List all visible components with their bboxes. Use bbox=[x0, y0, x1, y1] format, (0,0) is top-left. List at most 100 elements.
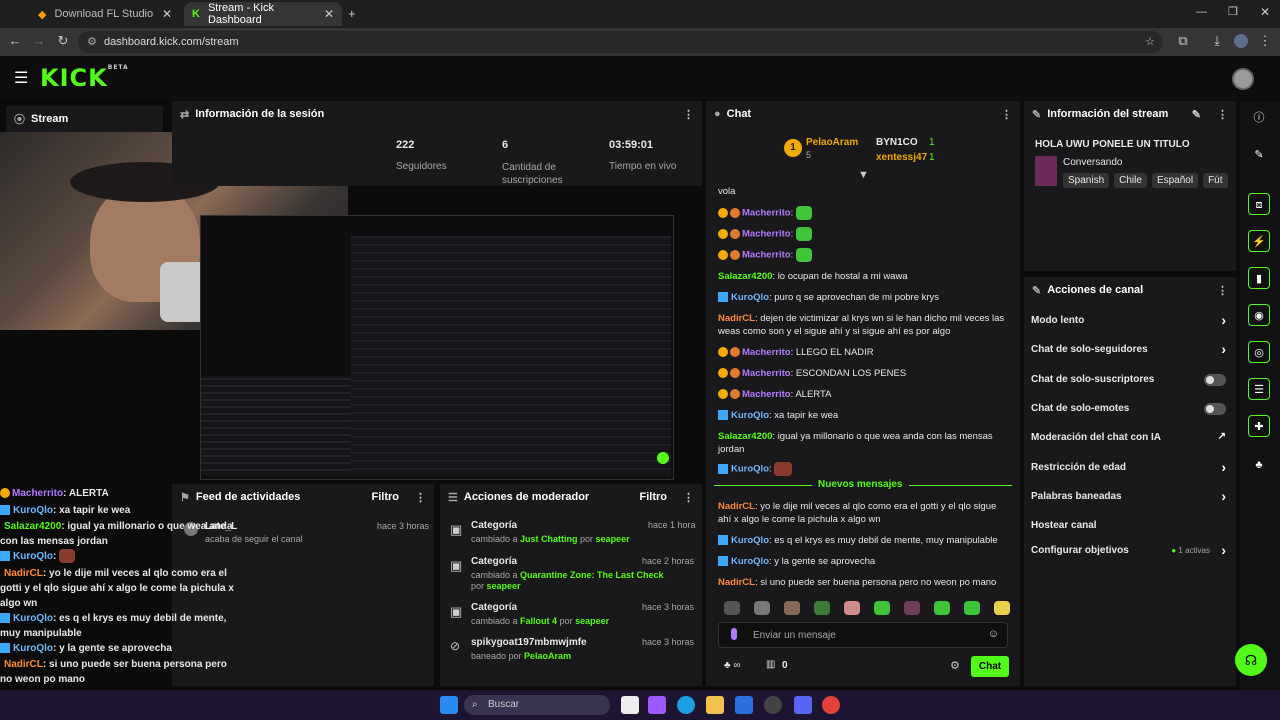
menu-kebab-icon[interactable]: ⋮ bbox=[1256, 33, 1274, 49]
followers-label: Seguidores bbox=[396, 161, 447, 172]
emote-icon[interactable] bbox=[964, 601, 980, 615]
moderator-menu-icon[interactable]: ⋮ bbox=[683, 491, 694, 504]
top-gifter-name[interactable]: PelaoAram bbox=[806, 137, 858, 148]
overlay-msg: KuroQlo: es q el krys es muy debil de me… bbox=[0, 612, 227, 639]
chat-message: Macherrito: ALERTA bbox=[714, 388, 1014, 401]
windows-start-icon[interactable] bbox=[440, 696, 458, 714]
list-icon[interactable]: ☰ bbox=[1248, 378, 1270, 400]
emotes-only-toggle[interactable] bbox=[1204, 403, 1226, 415]
badge-icon bbox=[0, 488, 10, 499]
mod-item-by[interactable]: seapeer bbox=[575, 616, 609, 626]
chevron-right-icon: › bbox=[1221, 459, 1226, 475]
mod-item-by[interactable]: seapeer bbox=[596, 534, 630, 544]
store-icon[interactable] bbox=[735, 696, 753, 714]
minimize-button[interactable]: — bbox=[1196, 6, 1207, 18]
emoji-icon[interactable]: ☺ bbox=[988, 628, 999, 640]
task-view-icon[interactable] bbox=[621, 696, 639, 714]
back-icon[interactable]: ← bbox=[6, 33, 24, 48]
close-icon[interactable]: ✕ bbox=[324, 7, 334, 21]
mod-item-by[interactable]: PelaoAram bbox=[524, 651, 571, 661]
emote-icon[interactable] bbox=[814, 601, 830, 615]
forward-icon[interactable]: → bbox=[30, 33, 48, 48]
info-icon[interactable]: ⓘ bbox=[1248, 107, 1270, 129]
action-slow-mode[interactable]: Modo lento › bbox=[1024, 312, 1236, 339]
chat-bubble-icon[interactable]: ◉ bbox=[1248, 304, 1270, 326]
window-close-button[interactable]: ✕ bbox=[1260, 5, 1270, 19]
emote-icon[interactable] bbox=[754, 601, 770, 615]
card-icon[interactable]: ▮ bbox=[1248, 267, 1270, 289]
emote-icon[interactable] bbox=[904, 601, 920, 615]
tab-download-fl-studio[interactable]: ◆ Download FL Studio ✕ bbox=[30, 2, 180, 26]
emote-icon[interactable] bbox=[784, 601, 800, 615]
url-input[interactable]: ⚙ dashboard.kick.com/stream ☆ bbox=[78, 31, 1163, 53]
activity-menu-icon[interactable]: ⋮ bbox=[415, 491, 426, 504]
action-banned-words[interactable]: Palabras baneadas › bbox=[1024, 488, 1236, 515]
captured-dashboard bbox=[351, 236, 671, 476]
hamburger-menu-icon[interactable]: ☰ bbox=[14, 68, 28, 88]
emote-icon[interactable] bbox=[934, 601, 950, 615]
taskbar-search[interactable]: ⌕ Buscar bbox=[464, 695, 610, 715]
channel-actions-menu-icon[interactable]: ⋮ bbox=[1217, 284, 1228, 297]
github-icon[interactable] bbox=[764, 696, 782, 714]
chat-message: NadirCL: dejen de victimizar al krys wn … bbox=[718, 313, 1005, 337]
chat-settings-icon[interactable]: ⚙ bbox=[950, 659, 960, 672]
chat-message: Macherrito: bbox=[714, 227, 1014, 241]
chat-input[interactable]: Enviar un mensaje ☺ bbox=[718, 622, 1008, 648]
copilot-icon[interactable] bbox=[648, 696, 666, 714]
maximize-button[interactable]: ❐ bbox=[1228, 5, 1238, 18]
bolt-icon[interactable]: ⚡ bbox=[1248, 230, 1270, 252]
action-host-channel[interactable]: Hostear canal bbox=[1024, 520, 1236, 540]
mod-item-by[interactable]: seapeer bbox=[487, 581, 521, 591]
tab-kick-dashboard[interactable]: K Stream - Kick Dashboard ✕ bbox=[184, 2, 342, 26]
stream-screen-capture bbox=[200, 215, 674, 480]
send-chat-button[interactable]: Chat bbox=[971, 656, 1009, 677]
download-icon[interactable]: ⤓ bbox=[1208, 33, 1226, 49]
edit-icon[interactable]: ✎ bbox=[1248, 144, 1270, 166]
mod-item-target[interactable]: Fallout 4 bbox=[520, 616, 557, 626]
moderator-filter-button[interactable]: Filtro bbox=[640, 491, 668, 503]
broadcast-icon[interactable]: ◎ bbox=[1248, 341, 1270, 363]
emote-icon[interactable] bbox=[994, 601, 1010, 615]
emote-icon[interactable] bbox=[724, 601, 740, 615]
activity-filter-button[interactable]: Filtro bbox=[372, 491, 400, 503]
viewers-infinity-icon[interactable]: ♣ ∞ bbox=[724, 660, 740, 671]
edge-icon[interactable] bbox=[677, 696, 695, 714]
chrome-icon[interactable] bbox=[822, 696, 840, 714]
user-avatar[interactable] bbox=[1232, 68, 1254, 90]
mic-icon[interactable] bbox=[731, 628, 737, 640]
search-icon: ⌕ bbox=[472, 699, 478, 710]
action-age-restriction[interactable]: Restricción de edad › bbox=[1024, 459, 1236, 486]
action-configure-goals[interactable]: Configurar objetivos ● 1 activas › bbox=[1024, 542, 1236, 569]
close-icon[interactable]: ✕ bbox=[162, 7, 172, 21]
edit-icon[interactable]: ✎ bbox=[1192, 108, 1201, 121]
emote-icon[interactable] bbox=[844, 601, 860, 615]
emote-icon[interactable] bbox=[874, 601, 890, 615]
kick-logo[interactable]: KICKBETA bbox=[40, 64, 129, 92]
action-emotes-only[interactable]: Chat de solo-emotes bbox=[1024, 403, 1236, 427]
reload-icon[interactable]: ↻ bbox=[54, 33, 72, 49]
layout-icon[interactable]: ⧈ bbox=[1248, 193, 1270, 215]
subs-only-toggle[interactable] bbox=[1204, 374, 1226, 386]
action-ai-moderation[interactable]: Moderación del chat con IA ↗ bbox=[1024, 431, 1236, 456]
bookmark-star-icon[interactable]: ☆ bbox=[1145, 31, 1155, 53]
new-tab-button[interactable]: + bbox=[348, 6, 356, 21]
collapse-icon[interactable]: ▼ bbox=[858, 169, 869, 181]
support-headset-icon[interactable]: ☊ bbox=[1235, 644, 1267, 676]
users-icon[interactable]: ♣ bbox=[1248, 454, 1270, 476]
tools-icon[interactable]: ✚ bbox=[1248, 415, 1270, 437]
action-subs-only[interactable]: Chat de solo-suscriptores bbox=[1024, 374, 1236, 398]
extensions-icon[interactable]: ⧉ bbox=[1174, 33, 1192, 49]
file-explorer-icon[interactable] bbox=[706, 696, 724, 714]
gifter-three-name[interactable]: xentessj47 bbox=[876, 152, 927, 163]
gift-icon[interactable]: ▥ bbox=[766, 659, 775, 670]
stream-info-menu-icon[interactable]: ⋮ bbox=[1217, 108, 1228, 121]
mod-item-target[interactable]: Quarantine Zone: The Last Check bbox=[520, 570, 664, 580]
session-menu-icon[interactable]: ⋮ bbox=[683, 108, 694, 121]
mod-item-target[interactable]: Just Chatting bbox=[520, 534, 578, 544]
site-info-icon[interactable]: ⚙ bbox=[87, 31, 97, 53]
profile-icon[interactable] bbox=[1234, 34, 1248, 48]
action-followers-only[interactable]: Chat de solo-seguidores › bbox=[1024, 341, 1236, 368]
chat-menu-icon[interactable]: ⋮ bbox=[1001, 108, 1012, 121]
discord-icon[interactable] bbox=[794, 696, 812, 714]
gifter-two-name[interactable]: BYN1CO bbox=[876, 137, 918, 148]
